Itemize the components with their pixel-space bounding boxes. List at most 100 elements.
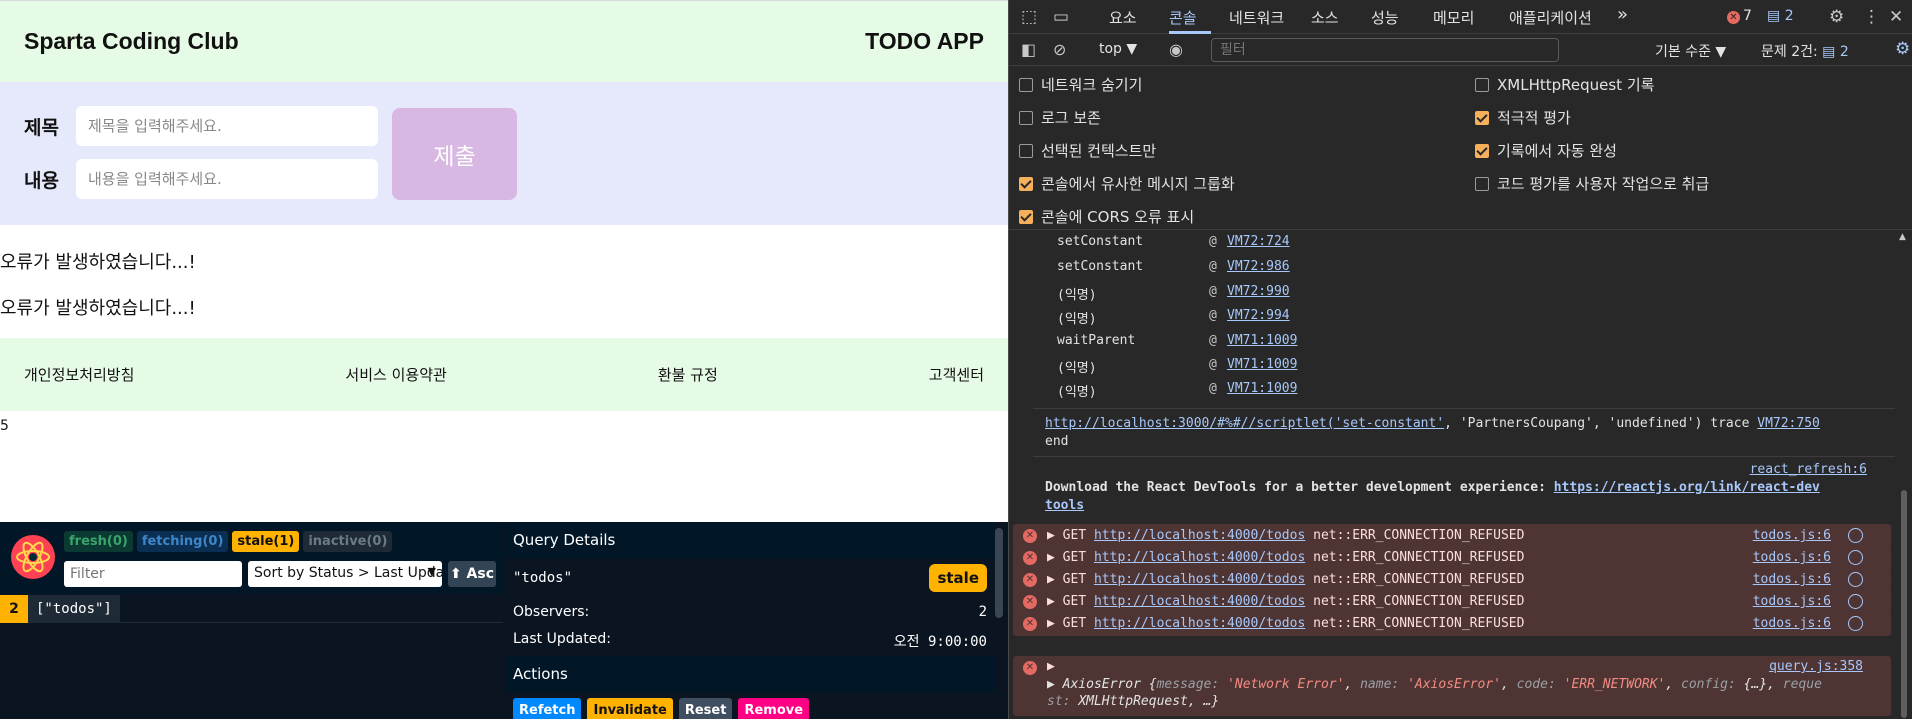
close-icon[interactable]: ✕ — [1889, 7, 1903, 27]
expand-triangle-icon[interactable]: ▶ — [1047, 659, 1055, 674]
frame-source-link[interactable]: VM72:724 — [1227, 234, 1290, 249]
request-url-link[interactable]: http://localhost:4000/todos — [1094, 550, 1305, 565]
network-error-row[interactable]: ✕ ▶ GET http://localhost:4000/todos net::… — [1013, 590, 1891, 614]
checkbox[interactable] — [1475, 143, 1489, 158]
kebab-menu-icon[interactable]: ⋮ — [1863, 7, 1880, 27]
console-scrollbar[interactable]: ▲ — [1899, 230, 1909, 719]
issues-counter[interactable]: 문제 2건: ▤ 2 — [1761, 41, 1849, 61]
request-url-link[interactable]: http://localhost:4000/todos — [1094, 572, 1305, 587]
inspect-element-icon[interactable]: ⬚ — [1021, 7, 1037, 27]
axios-error-message[interactable]: ✕ ▶ query.js:358 ▶ AxiosError {message: … — [1013, 656, 1891, 716]
tab-memory[interactable]: 메모리 — [1433, 7, 1474, 28]
checkbox[interactable] — [1475, 110, 1489, 125]
network-error-row[interactable]: ✕ ▶ GET http://localhost:4000/todos net::… — [1013, 612, 1891, 636]
query-filter-input[interactable] — [64, 561, 242, 587]
submit-button[interactable]: 제출 — [392, 108, 517, 200]
checkbox[interactable] — [1019, 176, 1033, 191]
error-source-link[interactable]: todos.js:6 — [1753, 528, 1831, 543]
network-panel-icon[interactable] — [1848, 550, 1863, 565]
option-treat-eval-as-user-action[interactable]: 코드 평가를 사용자 작업으로 취급 — [1475, 173, 1709, 194]
checkbox[interactable] — [1019, 143, 1033, 158]
sort-select[interactable]: Sort by Status > Last Updated ▼ — [248, 561, 442, 587]
refetch-button[interactable]: Refetch — [513, 698, 582, 719]
network-panel-icon[interactable] — [1848, 572, 1863, 587]
option-log-xhr[interactable]: XMLHttpRequest 기록 — [1475, 74, 1654, 95]
tab-network[interactable]: 네트워크 — [1229, 7, 1284, 28]
scroll-up-icon[interactable]: ▲ — [1899, 232, 1906, 242]
network-panel-icon[interactable] — [1848, 528, 1863, 543]
footer-link-privacy[interactable]: 개인정보처리방침 — [24, 364, 134, 385]
axios-error-source-link[interactable]: query.js:358 — [1769, 659, 1863, 674]
react-devtools-link-cont[interactable]: tools — [1045, 498, 1084, 513]
checkbox[interactable] — [1019, 110, 1033, 125]
react-refresh-source-link[interactable]: react_refresh:6 — [1750, 462, 1867, 477]
title-input[interactable] — [76, 106, 378, 146]
option-show-cors-errors[interactable]: 콘솔에 CORS 오류 표시 — [1019, 206, 1194, 227]
network-error-row[interactable]: ✕ ▶ GET http://localhost:4000/todos net::… — [1013, 568, 1891, 592]
content-input[interactable] — [76, 159, 378, 199]
checkbox[interactable] — [1019, 209, 1033, 224]
context-select[interactable]: top ▼ — [1099, 41, 1137, 57]
error-counter[interactable]: ✕ 7 — [1727, 8, 1752, 24]
scrollbar-thumb[interactable] — [1901, 490, 1907, 718]
option-selected-context-only[interactable]: 선택된 컨텍스트만 — [1019, 140, 1156, 161]
details-scrollbar[interactable] — [995, 528, 1003, 618]
live-expression-eye-icon[interactable]: ◉ — [1169, 40, 1183, 59]
log-level-select[interactable]: 기본 수준 ▼ — [1655, 41, 1726, 61]
react-devtools-link[interactable]: https://reactjs.org/link/react-dev — [1554, 480, 1820, 495]
sort-asc-button[interactable]: ⬆ Asc — [448, 561, 496, 587]
frame-source-link[interactable]: VM72:990 — [1227, 284, 1290, 299]
network-error-row[interactable]: ✕ ▶ GET http://localhost:4000/todos net::… — [1013, 546, 1891, 570]
tab-application[interactable]: 애플리케이션 — [1509, 7, 1592, 28]
react-query-logo-icon[interactable] — [8, 532, 58, 582]
request-url-link[interactable]: http://localhost:4000/todos — [1094, 594, 1305, 609]
reset-button[interactable]: Reset — [678, 698, 733, 719]
error-source-link[interactable]: todos.js:6 — [1753, 550, 1831, 565]
tab-console[interactable]: 콘솔 — [1169, 7, 1197, 28]
checkbox[interactable] — [1475, 176, 1489, 191]
remove-button[interactable]: Remove — [738, 698, 810, 719]
query-list-panel: fresh(0) fetching(0) stale(1) inactive(0… — [0, 522, 503, 719]
frame-source-link[interactable]: VM72:994 — [1227, 308, 1290, 323]
scriptlet-source-link[interactable]: VM72:750 — [1757, 416, 1820, 431]
tab-elements[interactable]: 요소 — [1109, 7, 1137, 28]
frame-source-link[interactable]: VM71:1009 — [1227, 357, 1297, 372]
request-url-link[interactable]: http://localhost:4000/todos — [1094, 528, 1305, 543]
sidebar-toggle-icon[interactable]: ◧ — [1021, 40, 1036, 59]
settings-gear-icon[interactable]: ⚙ — [1829, 7, 1844, 27]
error-source-link[interactable]: todos.js:6 — [1753, 572, 1831, 587]
clear-console-icon[interactable]: ⊘ — [1053, 40, 1066, 59]
invalidate-button[interactable]: Invalidate — [587, 698, 673, 719]
request-url-link[interactable]: http://localhost:4000/todos — [1094, 616, 1305, 631]
console-filter-input[interactable] — [1211, 38, 1559, 62]
frame-source-link[interactable]: VM72:986 — [1227, 259, 1290, 274]
footer-link-refund[interactable]: 환불 규정 — [658, 364, 718, 385]
network-panel-icon[interactable] — [1848, 594, 1863, 609]
scriptlet-link[interactable]: http://localhost:3000/#%#//scriptlet('se… — [1045, 416, 1444, 431]
more-tabs-icon[interactable]: » — [1617, 4, 1628, 25]
message-icon: ▤ — [1767, 8, 1785, 24]
error-source-link[interactable]: todos.js:6 — [1753, 594, 1831, 609]
tab-sources[interactable]: 소스 — [1311, 7, 1339, 28]
option-preserve-log[interactable]: 로그 보존 — [1019, 107, 1101, 128]
footer-link-terms[interactable]: 서비스 이용약관 — [345, 364, 446, 385]
frame-source-link[interactable]: VM71:1009 — [1227, 333, 1297, 348]
checkbox[interactable] — [1019, 77, 1033, 92]
error-source-link[interactable]: todos.js:6 — [1753, 616, 1831, 631]
device-toolbar-icon[interactable]: ▭ — [1053, 7, 1069, 27]
option-autocomplete-history[interactable]: 기록에서 자동 완성 — [1475, 140, 1617, 161]
stack-frame: waitParent @ VM71:1009 — [1057, 333, 1297, 348]
network-error-row[interactable]: ✕ ▶ GET http://localhost:4000/todos net::… — [1013, 524, 1891, 548]
checkbox[interactable] — [1475, 77, 1489, 92]
query-row[interactable]: 2 ["todos"] — [0, 594, 503, 623]
frame-source-link[interactable]: VM71:1009 — [1227, 381, 1297, 396]
console-settings-gear-icon[interactable]: ⚙ — [1895, 39, 1910, 59]
footer-link-support[interactable]: 고객센터 — [929, 364, 984, 385]
option-hide-network[interactable]: 네트워크 숨기기 — [1019, 74, 1142, 95]
react-devtools-message: Download the React DevTools for a better… — [1045, 480, 1820, 495]
network-panel-icon[interactable] — [1848, 616, 1863, 631]
option-group-similar[interactable]: 콘솔에서 유사한 메시지 그룹화 — [1019, 173, 1235, 194]
tab-performance[interactable]: 성능 — [1371, 7, 1399, 28]
option-eager-evaluation[interactable]: 적극적 평가 — [1475, 107, 1571, 128]
message-counter[interactable]: ▤ 2 — [1767, 8, 1794, 24]
